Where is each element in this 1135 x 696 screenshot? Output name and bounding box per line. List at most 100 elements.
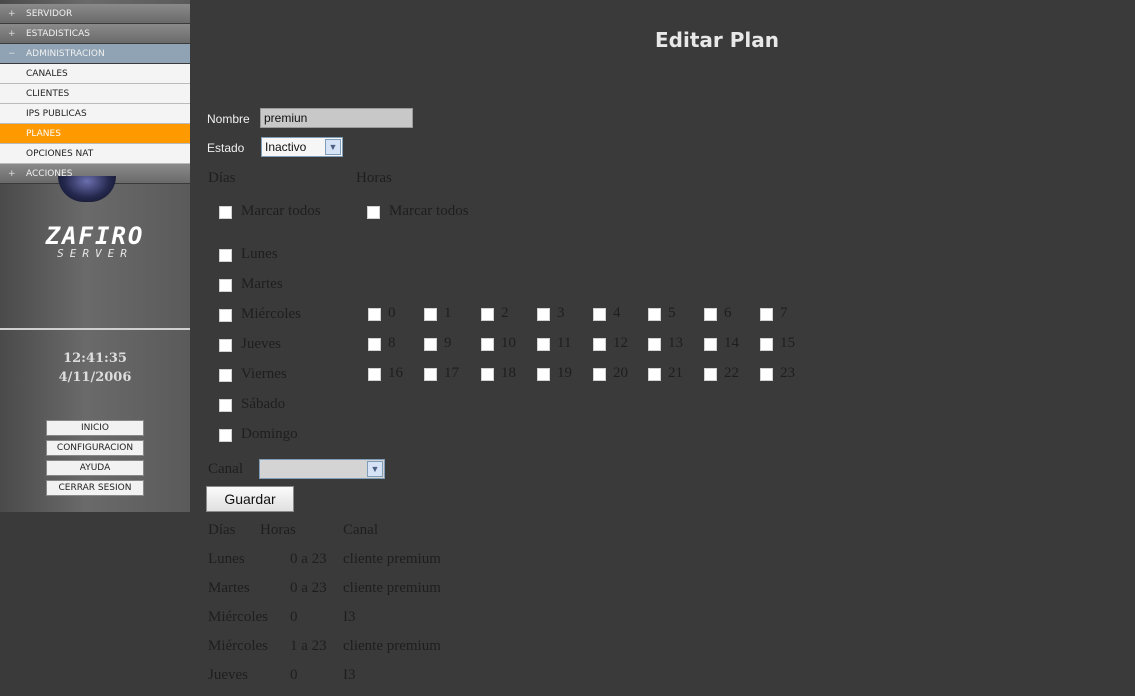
canal-label: Canal [208,461,243,477]
summary-cell-dia: Miércoles [208,609,268,625]
hour-checkbox[interactable] [760,308,773,321]
hour-checkbox[interactable] [593,368,606,381]
hour-checkbox[interactable] [481,308,494,321]
inicio-button[interactable]: INICIO [46,420,144,436]
summary-cell-canal: cliente premium [343,638,441,654]
hour-label: 12 [613,335,628,351]
hour-checkbox[interactable] [593,338,606,351]
expand-icon: + [8,29,16,39]
hour-label: 3 [557,305,565,321]
hour-label: 21 [668,365,683,381]
hour-label: 4 [613,305,621,321]
logo-title: ZAFIRO [45,222,145,250]
configuracion-button[interactable]: CONFIGURACION [46,440,144,456]
hour-checkbox[interactable] [704,308,717,321]
hour-label: 5 [668,305,676,321]
menu-item-canales[interactable]: CANALES [0,64,190,84]
hour-label: 13 [668,335,683,351]
day-label: Lunes [241,246,278,262]
hour-checkbox[interactable] [648,338,661,351]
summary-cell-dia: Martes [208,580,250,596]
hour-checkbox[interactable] [537,338,550,351]
sidebar: + SERVIDOR + ESTADISTICAS − ADMINISTRACI… [0,0,190,512]
hour-label: 8 [388,335,396,351]
collapse-icon: − [8,49,16,59]
sidebar-divider [0,328,190,330]
hour-label: 22 [724,365,739,381]
hour-label: 15 [780,335,795,351]
canal-select[interactable]: ▼ [259,459,385,479]
day-checkbox[interactable] [219,339,232,352]
summary-cell-canal: cliente premium [343,551,441,567]
summary-cell-canal: cliente premium [343,580,441,596]
ayuda-button[interactable]: AYUDA [46,460,144,476]
nombre-input[interactable] [260,108,413,128]
hour-checkbox[interactable] [704,368,717,381]
summary-cell-horas: 0 [290,667,298,683]
sidebar-menu: + SERVIDOR + ESTADISTICAS − ADMINISTRACI… [0,4,190,184]
hour-checkbox[interactable] [368,338,381,351]
hour-label: 19 [557,365,572,381]
day-checkbox[interactable] [219,399,232,412]
hour-checkbox[interactable] [537,368,550,381]
day-checkbox[interactable] [219,309,232,322]
expand-icon: + [8,169,16,179]
marcar-todos-horas-checkbox[interactable] [367,206,380,219]
menu-item-planes[interactable]: PLANES [0,124,190,144]
menu-section-administracion[interactable]: − ADMINISTRACION [0,44,190,64]
hour-checkbox[interactable] [368,308,381,321]
hour-checkbox[interactable] [424,368,437,381]
menu-item-clientes[interactable]: CLIENTES [0,84,190,104]
summary-cell-horas: 1 a 23 [290,638,327,654]
hour-label: 16 [388,365,403,381]
day-checkbox[interactable] [219,369,232,382]
day-checkbox[interactable] [219,249,232,262]
day-label: Jueves [241,336,281,352]
hour-checkbox[interactable] [760,368,773,381]
hour-checkbox[interactable] [593,308,606,321]
marcar-todos-horas-label: Marcar todos [389,203,469,219]
summary-cell-horas: 0 a 23 [290,580,327,596]
day-checkbox[interactable] [219,279,232,292]
day-label: Domingo [241,426,298,442]
summary-cell-canal: I3 [343,667,356,683]
marcar-todos-dias-checkbox[interactable] [219,206,232,219]
horas-header: Horas [356,170,392,186]
hour-label: 9 [444,335,452,351]
menu-item-opciones-nat[interactable]: OPCIONES NAT [0,144,190,164]
guardar-button[interactable]: Guardar [206,486,294,512]
day-checkbox[interactable] [219,429,232,442]
hour-checkbox[interactable] [424,308,437,321]
hour-checkbox[interactable] [481,338,494,351]
hour-checkbox[interactable] [648,368,661,381]
summary-cell-dia: Miércoles [208,638,268,654]
summary-header: Canal [343,522,378,538]
logo-subtitle: SERVER [57,247,133,260]
hour-label: 1 [444,305,452,321]
hour-checkbox[interactable] [760,338,773,351]
nombre-label: Nombre [207,112,250,126]
hour-checkbox[interactable] [704,338,717,351]
clock-time: 12:41:35 [63,351,127,366]
hour-checkbox[interactable] [481,368,494,381]
hour-checkbox[interactable] [368,368,381,381]
menu-item-ips-publicas[interactable]: IPS PUBLICAS [0,104,190,124]
menu-section-estadisticas[interactable]: + ESTADISTICAS [0,24,190,44]
hour-checkbox[interactable] [424,338,437,351]
menu-section-servidor[interactable]: + SERVIDOR [0,4,190,24]
cerrar-sesion-button[interactable]: CERRAR SESION [46,480,144,496]
summary-header: Días [208,522,236,538]
menu-label: SERVIDOR [26,9,73,19]
menu-label: ADMINISTRACION [26,49,105,59]
hour-label: 18 [501,365,516,381]
summary-cell-dia: Jueves [208,667,248,683]
hour-checkbox[interactable] [648,308,661,321]
day-label: Martes [241,276,283,292]
day-label: Miércoles [241,306,301,322]
estado-select[interactable]: Inactivo ▼ [261,137,343,157]
day-label: Viernes [241,366,287,382]
summary-cell-dia: Lunes [208,551,245,567]
summary-cell-horas: 0 a 23 [290,551,327,567]
chevron-down-icon: ▼ [367,461,383,477]
hour-checkbox[interactable] [537,308,550,321]
